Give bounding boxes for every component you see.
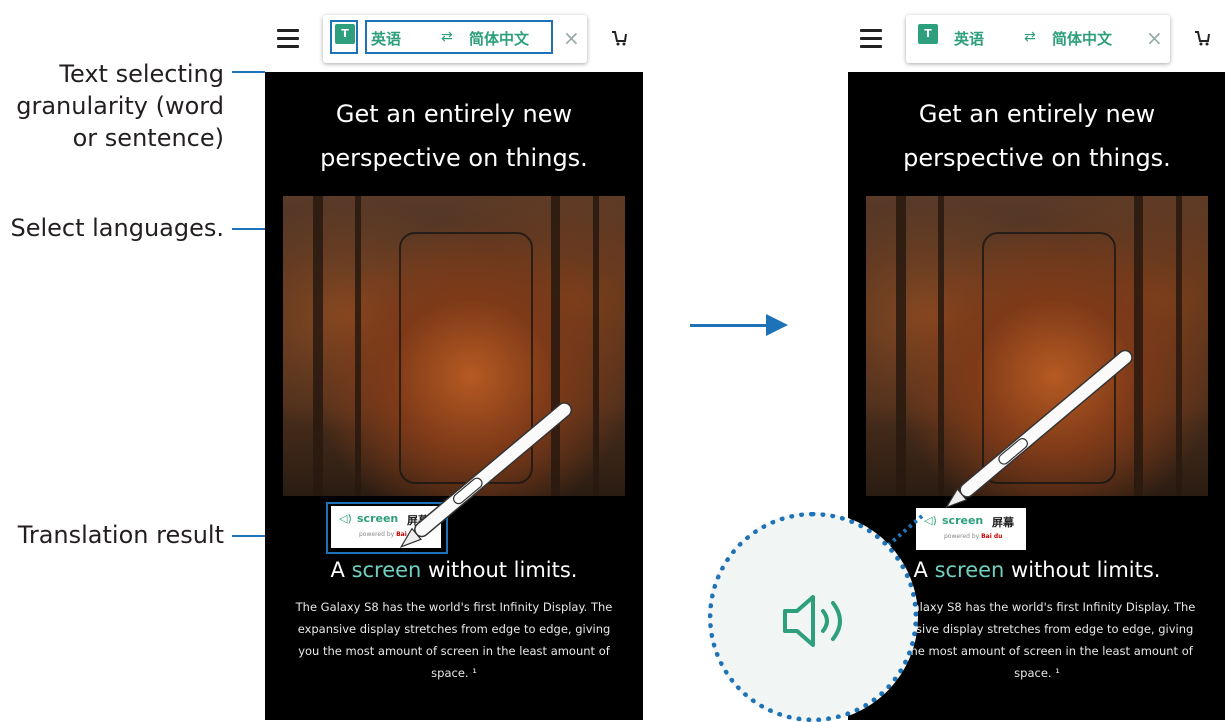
- headline-line-1: Get an entirely new: [918, 100, 1156, 128]
- callout-granularity-line-1: Text selecting: [59, 60, 224, 88]
- cart-icon[interactable]: [609, 28, 629, 48]
- cart-icon[interactable]: [1192, 28, 1212, 48]
- hamburger-menu-icon[interactable]: [860, 29, 882, 49]
- transition-arrow-icon: [766, 314, 788, 336]
- callout-granularity: Text selecting granularity (word or sent…: [16, 58, 224, 154]
- swap-languages-icon[interactable]: ⇄: [1024, 29, 1036, 45]
- page-headline: Get an entirely new perspective on thing…: [265, 92, 643, 180]
- callout-granularity-line-3: or sentence): [72, 124, 224, 152]
- browser-topbar: T 英语 ⇄ 简体中文 ×: [848, 10, 1225, 72]
- target-language-button[interactable]: 简体中文: [1052, 28, 1112, 49]
- hamburger-menu-icon[interactable]: [277, 29, 299, 49]
- phone-screen-left: T 英语 ⇄ 简体中文 × Get an entirely new perspe…: [265, 10, 643, 720]
- s-pen-stylus-icon: [945, 349, 1133, 509]
- callout-result: Translation result: [17, 521, 224, 549]
- languages-highlight-box: [365, 20, 553, 54]
- callout-granularity-line-2: granularity (word: [16, 92, 224, 120]
- callout-languages: Select languages.: [10, 214, 224, 242]
- zoom-magnifier: [708, 512, 918, 722]
- powered-by: powered by Bai du: [944, 533, 1003, 540]
- speaker-icon-large: [783, 595, 842, 647]
- headline-line-2: perspective on things.: [320, 144, 588, 172]
- selected-word[interactable]: screen: [935, 558, 1005, 582]
- body-paragraph: The Galaxy S8 has the world's first Infi…: [295, 600, 613, 680]
- granularity-highlight-box: [330, 20, 358, 54]
- headline-line-1: Get an entirely new: [335, 100, 573, 128]
- source-language-button[interactable]: 英语: [954, 28, 984, 49]
- transition-arrow-line: [690, 324, 770, 327]
- close-icon[interactable]: ×: [563, 26, 580, 50]
- s-pen-stylus-icon: [399, 402, 573, 549]
- granularity-toggle-icon[interactable]: T: [918, 24, 938, 44]
- translate-toolbar: T 英语 ⇄ 简体中文 ×: [906, 15, 1170, 63]
- page-headline: Get an entirely new perspective on thing…: [848, 92, 1225, 180]
- headline-line-2: perspective on things.: [903, 144, 1171, 172]
- close-icon[interactable]: ×: [1146, 26, 1163, 50]
